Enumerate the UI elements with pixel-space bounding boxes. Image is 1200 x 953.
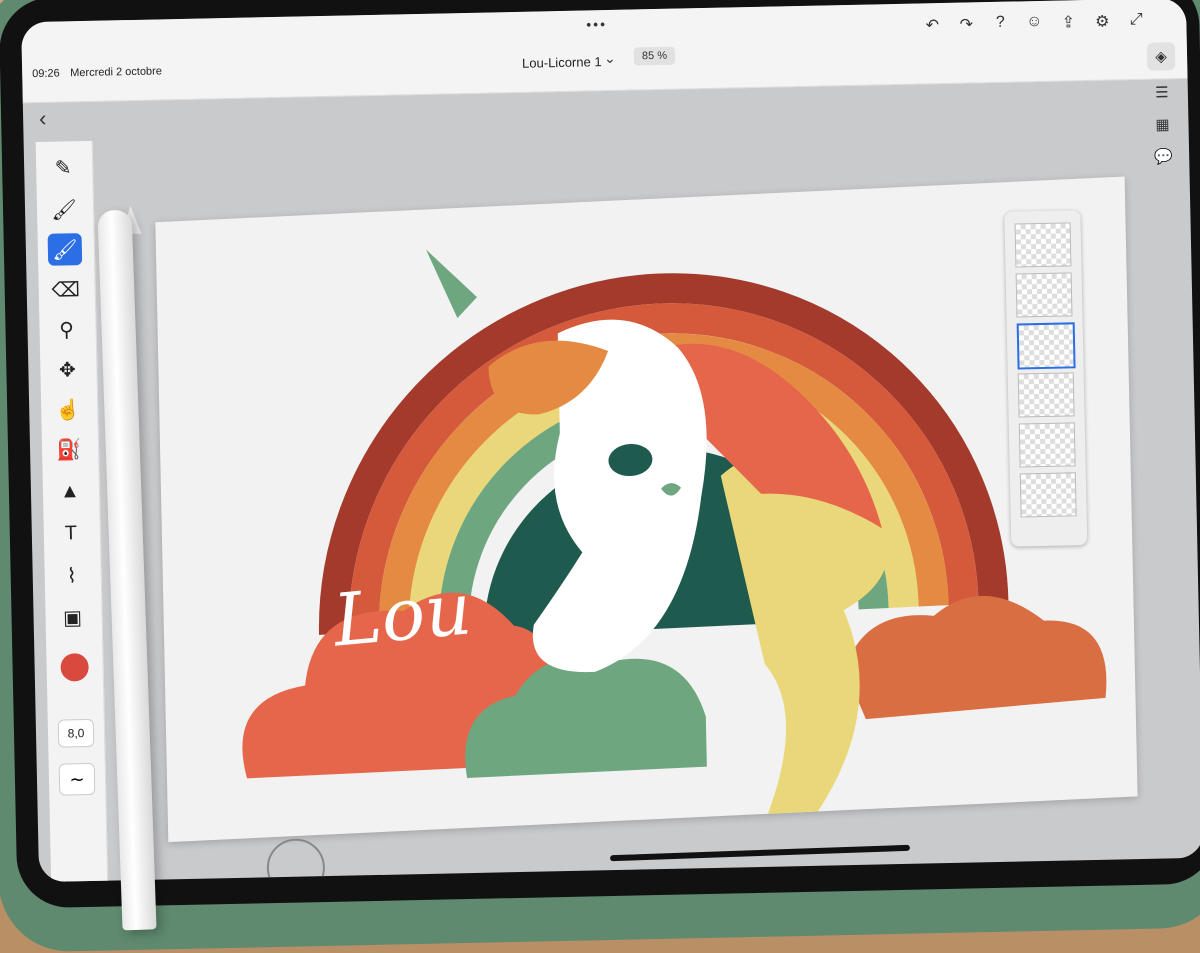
smoothing-icon[interactable]: ∼ xyxy=(58,762,96,796)
redo-icon[interactable]: ↷ xyxy=(956,14,976,34)
shape-tool[interactable]: ▲ xyxy=(53,475,88,508)
top-actions: ↶ ↷ ? ☺ ⇪ ⚙ ⤢ xyxy=(922,11,1146,36)
left-toolbar: ✎ 🖌 🖌 ⌫ ⚲ ✥ ☝ ⛽ ▲ T ⌇ ▣ 8,0 ∼ xyxy=(35,140,109,883)
layer-thumbnail[interactable] xyxy=(1019,472,1077,518)
paint-brush-tool[interactable]: 🖌 xyxy=(47,193,82,226)
image-tool[interactable]: ▣ xyxy=(55,601,90,634)
help-icon[interactable]: ? xyxy=(990,14,1010,34)
layers-icon[interactable]: ◈ xyxy=(1146,42,1176,71)
brush-size-value[interactable]: 8,0 xyxy=(57,718,95,748)
move-tool[interactable]: ✥ xyxy=(50,353,85,386)
layer-thumbnail[interactable] xyxy=(1017,372,1075,418)
ipad-screen: ••• Lou-Licorne 1 ⌄ 85 % ↶ ↷ ? ☺ ⇪ ⚙ ⤢ 0… xyxy=(21,0,1200,883)
layer-thumbnail[interactable] xyxy=(1015,272,1073,318)
modifier-circle-button[interactable] xyxy=(266,838,326,883)
layer-thumbnail[interactable] xyxy=(1018,422,1076,468)
multitask-dots[interactable]: ••• xyxy=(586,16,607,32)
eyedropper-tool[interactable]: ⌇ xyxy=(54,559,89,592)
user-icon[interactable]: ☺ xyxy=(1024,13,1044,33)
drawing-canvas[interactable] xyxy=(155,176,1138,843)
fill-tool[interactable]: ⛽ xyxy=(52,433,87,466)
adjustments-icon[interactable]: ☰ xyxy=(1148,78,1177,107)
settings-icon[interactable]: ⚙ xyxy=(1092,11,1112,31)
orange-cloud xyxy=(844,595,1107,720)
color-swatch[interactable] xyxy=(60,653,89,682)
document-title[interactable]: Lou-Licorne 1 xyxy=(522,54,602,71)
grid-icon[interactable]: ▦ xyxy=(1148,110,1177,139)
zoom-level[interactable]: 85 % xyxy=(633,46,676,66)
smudge-tool[interactable]: ☝ xyxy=(51,393,86,426)
right-toolbar: ◈ ☰ ▦ 💬 xyxy=(1141,38,1190,459)
layers-panel xyxy=(1004,210,1088,547)
layer-thumbnail[interactable] xyxy=(1014,222,1072,268)
lasso-tool[interactable]: ⚲ xyxy=(49,313,84,346)
status-time: 09:26 xyxy=(32,67,60,81)
active-brush-tool[interactable]: 🖌 xyxy=(47,233,83,266)
brush-tool[interactable]: ✎ xyxy=(46,151,81,184)
lou-lettering: Lou xyxy=(330,566,475,663)
comment-icon[interactable]: 💬 xyxy=(1149,142,1178,171)
expand-icon[interactable]: ⤢ xyxy=(1126,11,1146,31)
text-tool[interactable]: T xyxy=(54,517,89,550)
artwork-illustration xyxy=(242,249,1107,814)
undo-icon[interactable]: ↶ xyxy=(922,15,942,35)
back-button[interactable]: ‹ xyxy=(39,106,47,132)
eraser-tool[interactable]: ⌫ xyxy=(48,273,83,306)
chevron-down-icon[interactable]: ⌄ xyxy=(604,50,616,67)
layer-thumbnail-selected[interactable] xyxy=(1016,322,1076,370)
share-icon[interactable]: ⇪ xyxy=(1058,12,1078,32)
status-date: Mercredi 2 octobre xyxy=(70,65,163,80)
